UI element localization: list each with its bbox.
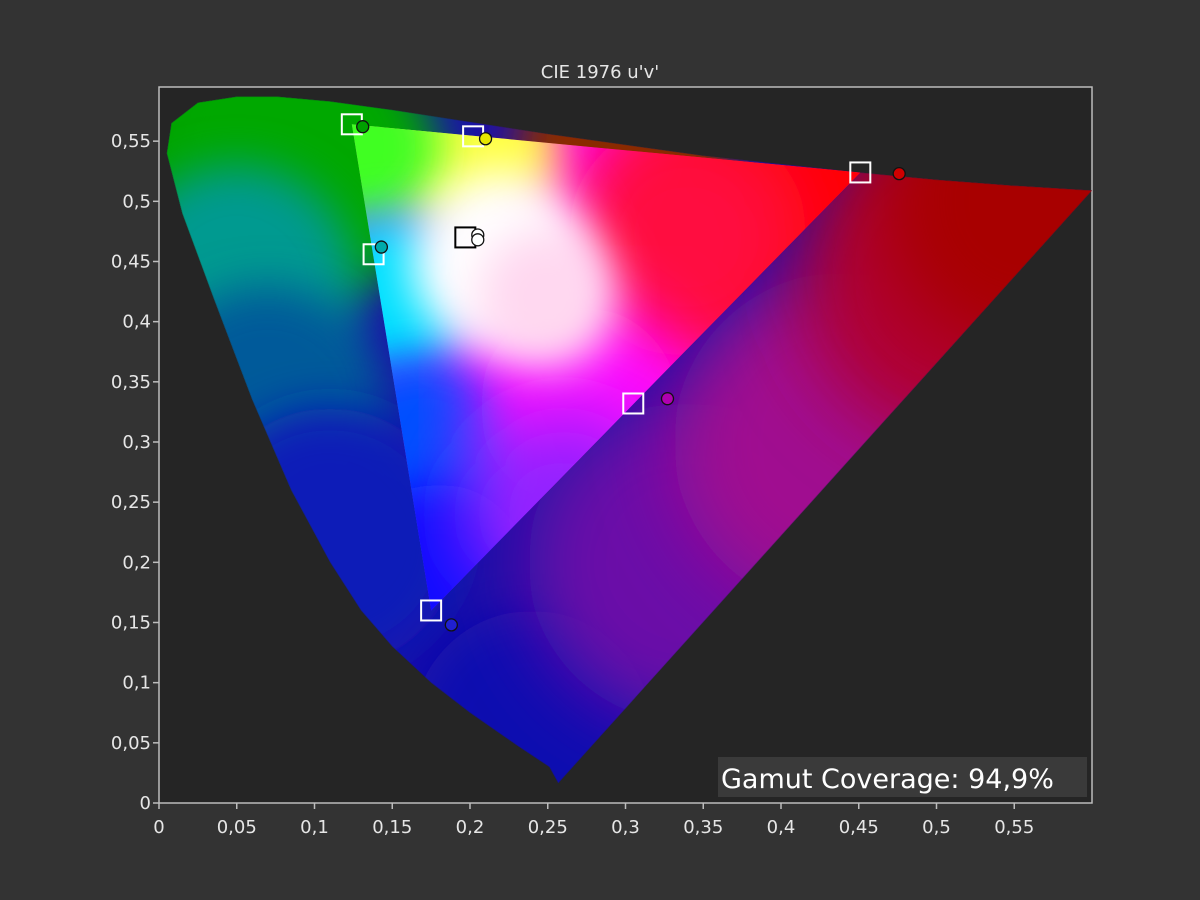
x-tick-label: 0 — [153, 817, 164, 838]
y-tick-label: 0,45 — [111, 251, 151, 272]
y-tick-label: 0,35 — [111, 372, 151, 393]
x-tick-label: 0,1 — [300, 817, 329, 838]
x-tick-label: 0,35 — [683, 817, 723, 838]
y-tick-label: 0 — [140, 793, 151, 814]
x-tick-label: 0,15 — [372, 817, 412, 838]
x-tick-label: 0,4 — [767, 817, 796, 838]
measured-marker-yellow — [478, 132, 493, 146]
gamut-coverage-label: Gamut Coverage: 94,9% — [721, 764, 1054, 795]
x-tick-label: 0,5 — [922, 817, 951, 838]
measured-marker-magenta — [660, 392, 675, 406]
measured-marker-white2 — [471, 233, 485, 247]
chart-title: CIE 1976 u'v' — [541, 62, 659, 83]
y-tick-label: 0,4 — [122, 312, 151, 333]
y-tick-label: 0,25 — [111, 492, 151, 513]
measured-marker-red — [892, 166, 906, 181]
measured-marker-green — [356, 120, 370, 134]
x-tick-label: 0,55 — [994, 817, 1034, 838]
x-tick-label: 0,3 — [611, 817, 640, 838]
x-tick-label: 0,2 — [456, 817, 485, 838]
y-tick-label: 0,15 — [111, 612, 151, 633]
y-tick-label: 0,1 — [122, 673, 151, 694]
y-tick-label: 0,2 — [122, 552, 151, 573]
gamut-triangle-blend — [477, 227, 618, 368]
y-tick-label: 0,3 — [122, 432, 151, 453]
cie-chart: 0 0,05 0,1 0,15 0,2 0,25 0,3 0,35 0,4 0,45 0,5 0,55… — [0, 0, 1200, 900]
y-tick-label: 0,5 — [122, 191, 151, 212]
x-tick-label: 0,25 — [528, 817, 568, 838]
measured-marker-blue — [444, 618, 458, 632]
x-tick-label: 0,05 — [217, 817, 257, 838]
y-tick-label: 0,55 — [111, 131, 151, 152]
y-tick-label: 0,05 — [111, 733, 151, 754]
x-tick-label: 0,45 — [839, 817, 879, 838]
gamut-coverage-box: Gamut Coverage: 94,9% — [718, 757, 1087, 797]
measured-marker-cyan — [374, 240, 389, 254]
